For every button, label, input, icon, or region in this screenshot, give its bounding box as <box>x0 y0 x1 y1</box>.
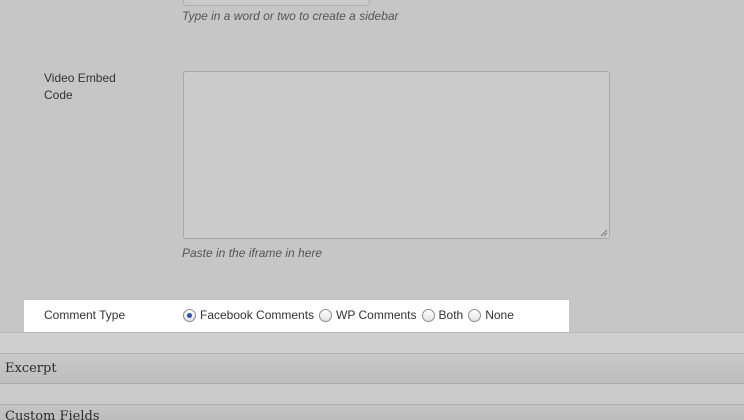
radio-label-wp-comments[interactable]: WP Comments <box>336 308 416 322</box>
excerpt-panel-header[interactable] <box>0 353 744 384</box>
custom-fields-panel-title[interactable]: Custom Fields <box>5 409 100 420</box>
radio-selected-dot <box>187 312 192 318</box>
radio-both[interactable] <box>421 308 435 322</box>
panel-divider <box>0 332 744 353</box>
radio-wp-comments[interactable] <box>319 308 333 322</box>
video-embed-textarea[interactable] <box>183 71 610 239</box>
radio-label-facebook-comments[interactable]: Facebook Comments <box>200 308 314 322</box>
sidebar-hint: Type in a word or two to create a sideba… <box>182 9 399 23</box>
comment-type-radio-group: Facebook Comments WP Comments Both None <box>183 308 519 322</box>
excerpt-panel-title[interactable]: Excerpt <box>5 361 57 376</box>
video-embed-label: Video Embed Code <box>44 71 116 102</box>
custom-fields-panel-header[interactable] <box>0 404 744 420</box>
resize-grip-icon[interactable] <box>600 229 608 237</box>
radio-label-both[interactable]: Both <box>439 308 464 322</box>
panel-divider <box>0 384 744 405</box>
comment-type-label: Comment Type <box>44 308 126 322</box>
sidebar-name-input[interactable] <box>183 0 370 6</box>
radio-none[interactable] <box>468 308 482 322</box>
radio-facebook-comments[interactable] <box>183 308 196 322</box>
video-embed-hint: Paste in the iframe in here <box>182 246 323 260</box>
radio-label-none[interactable]: None <box>485 308 514 322</box>
